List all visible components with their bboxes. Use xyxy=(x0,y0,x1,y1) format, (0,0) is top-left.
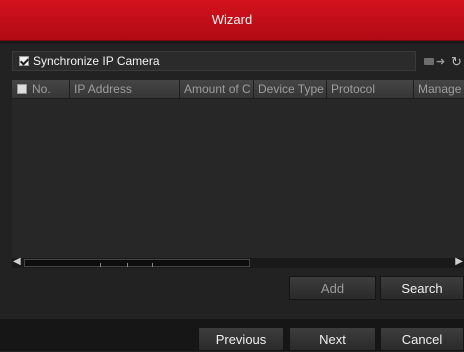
sync-ip-camera-row[interactable]: Synchronize IP Camera xyxy=(12,51,416,71)
previous-button[interactable]: Previous xyxy=(198,327,284,351)
scroll-grip-mark xyxy=(152,263,153,267)
column-no[interactable]: No. xyxy=(12,80,70,98)
arrow-right-icon: ➜ xyxy=(436,56,446,68)
scrollbar-thumb[interactable] xyxy=(24,259,250,267)
column-no-label: No. xyxy=(32,82,51,96)
toolbar-icons: ➜ ↻ xyxy=(424,55,464,69)
column-amount[interactable]: Amount of C xyxy=(180,80,254,98)
sync-ip-camera-label: Synchronize IP Camera xyxy=(33,54,160,68)
column-ip-address[interactable]: IP Address xyxy=(70,80,180,98)
search-button[interactable]: Search xyxy=(380,276,464,300)
window-title: Wizard xyxy=(211,12,253,27)
scroll-grip-mark xyxy=(127,263,128,267)
select-all-checkbox[interactable] xyxy=(17,84,27,94)
refresh-icon[interactable]: ↻ xyxy=(451,55,462,69)
scroll-left-icon[interactable]: ◀ xyxy=(13,256,21,268)
horizontal-scrollbar[interactable]: ◀ ▶ xyxy=(12,256,464,268)
cancel-button[interactable]: Cancel xyxy=(380,327,464,351)
table-header: No. IP Address Amount of C Device Type P… xyxy=(12,80,464,99)
column-protocol[interactable]: Protocol xyxy=(327,80,414,98)
sync-ip-camera-checkbox[interactable] xyxy=(19,56,29,66)
network-icon[interactable] xyxy=(424,58,434,65)
scroll-right-icon[interactable]: ▶ xyxy=(455,256,463,268)
column-device-type[interactable]: Device Type xyxy=(254,80,327,98)
camera-list xyxy=(12,99,464,258)
column-manage[interactable]: Manage xyxy=(414,80,464,98)
next-button[interactable]: Next xyxy=(289,327,376,351)
title-bar: Wizard xyxy=(0,0,464,41)
top-strip xyxy=(0,41,464,44)
scroll-grip-mark xyxy=(100,263,101,267)
add-button[interactable]: Add xyxy=(289,276,376,300)
